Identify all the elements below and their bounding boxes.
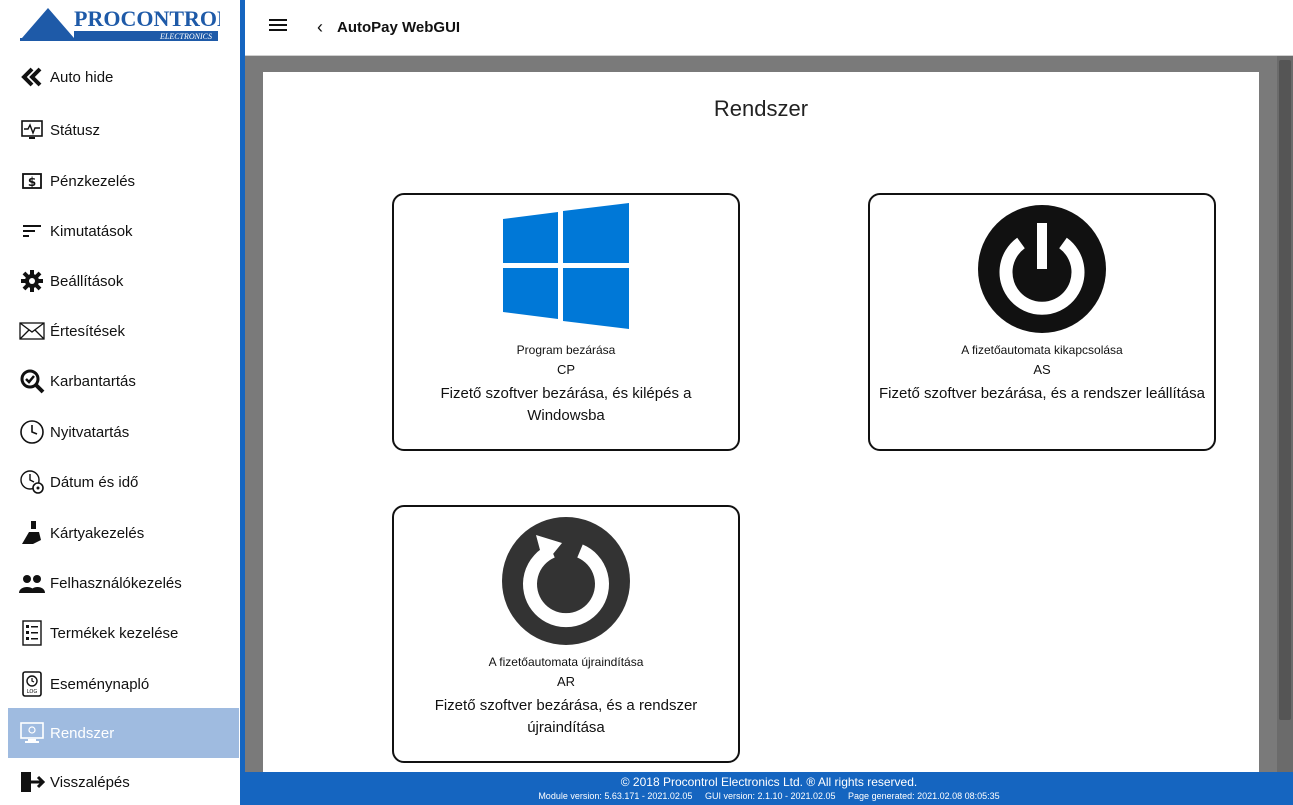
sidebar-item-label: Beállítások bbox=[50, 272, 124, 290]
sidebar-item-felhasznalokezeles[interactable]: Felhasználókezelés bbox=[8, 560, 239, 606]
shutdown-card[interactable]: A fizetőautomata kikapcsolása AS Fizető … bbox=[868, 193, 1216, 451]
procontrol-logo: PROCONTROL ELECTRONICS bbox=[20, 4, 232, 42]
clock-icon bbox=[18, 418, 46, 446]
top-bar: ‹ AutoPay WebGUI bbox=[245, 0, 1293, 56]
card-code: AR bbox=[556, 674, 576, 689]
computer-icon bbox=[18, 719, 46, 747]
sidebar-item-label: Visszalépés bbox=[50, 773, 130, 791]
page-title: Rendszer bbox=[713, 96, 809, 121]
gui-version: GUI version: 2.1.10 - 2021.02.05 bbox=[704, 791, 836, 801]
sidebar-item-label: Termékek kezelése bbox=[50, 624, 179, 642]
card-name: Program bezárása bbox=[516, 343, 616, 357]
gear-icon bbox=[18, 267, 46, 295]
footer-versions: Module version: 5.63.171 - 2021.02.05 GU… bbox=[245, 791, 1293, 801]
sidebar-item-label: Eseménynapló bbox=[50, 675, 150, 693]
clock-gear-icon bbox=[18, 468, 46, 496]
sidebar-item-beallitasok[interactable]: Beállítások bbox=[8, 258, 239, 304]
back-chevron-icon[interactable]: ‹ bbox=[317, 17, 323, 38]
logout-icon bbox=[18, 768, 46, 796]
log-icon: LOG bbox=[18, 670, 46, 698]
footer-copyright: © 2018 Procontrol Electronics Ltd. ® All… bbox=[620, 775, 918, 789]
sidebar-item-termekek-kezelese[interactable]: Termékek kezelése bbox=[8, 610, 239, 656]
card-code: CP bbox=[556, 362, 576, 377]
sidebar-item-auto-hide[interactable]: Auto hide bbox=[8, 54, 239, 100]
sidebar-item-datum-es-ido[interactable]: Dátum és idő bbox=[8, 459, 239, 505]
lines-icon bbox=[18, 217, 46, 245]
sidebar-item-kartyakezeles[interactable]: Kártyakezelés bbox=[8, 510, 239, 556]
wrench-check-icon bbox=[18, 367, 46, 395]
sidebar-item-label: Karbantartás bbox=[50, 372, 136, 390]
restart-icon bbox=[394, 515, 738, 645]
sidebar-item-label: Kártyakezelés bbox=[50, 524, 145, 542]
card-description: Fizető szoftver bezárása, és a rendszer … bbox=[434, 697, 698, 736]
sidebar-item-kimutatasok[interactable]: Kimutatások bbox=[8, 208, 239, 254]
hamburger-menu-icon[interactable] bbox=[269, 17, 289, 38]
scrollbar-thumb[interactable] bbox=[1279, 60, 1291, 720]
card-hand-icon bbox=[18, 519, 46, 547]
users-icon bbox=[18, 569, 46, 597]
card-name: A fizetőautomata kikapcsolása bbox=[961, 343, 1123, 357]
double-chevron-left-icon bbox=[18, 63, 46, 91]
logo-sub-text: ELECTRONICS bbox=[159, 32, 212, 41]
page-generated: Page generated: 2021.02.08 08:05:35 bbox=[848, 791, 1000, 801]
card-description: Fizető szoftver bezárása, és a rendszer … bbox=[879, 385, 1205, 402]
sidebar-item-label: Értesítések bbox=[50, 322, 126, 340]
card-description: Fizető szoftver bezárása, és kilépés a W… bbox=[440, 385, 692, 424]
sidebar-item-statusz[interactable]: Státusz bbox=[8, 107, 239, 153]
sidebar-item-label: Státusz bbox=[50, 121, 101, 139]
svg-text:$: $ bbox=[28, 175, 36, 189]
logo-brand-text: PROCONTROL bbox=[74, 6, 220, 31]
restart-card[interactable]: A fizetőautomata újraindítása AR Fizető … bbox=[392, 505, 740, 763]
sidebar-item-penzkezeles[interactable]: $ Pénzkezelés bbox=[8, 158, 239, 204]
product-list-icon bbox=[18, 619, 46, 647]
sidebar-item-ertesitesek[interactable]: Értesítések bbox=[8, 308, 239, 354]
sidebar-item-visszalepes[interactable]: Visszalépés bbox=[8, 759, 239, 805]
module-version: Module version: 5.63.171 - 2021.02.05 bbox=[538, 791, 693, 801]
sidebar-item-label: Kimutatások bbox=[50, 222, 133, 240]
app-title: AutoPay WebGUI bbox=[337, 19, 461, 36]
windows-logo-icon bbox=[394, 203, 738, 333]
sidebar-item-karbantartas[interactable]: Karbantartás bbox=[8, 358, 239, 404]
sidebar-item-label: Felhasználókezelés bbox=[50, 574, 182, 592]
power-icon bbox=[870, 203, 1214, 333]
sidebar-item-nyitvatartas[interactable]: Nyitvatartás bbox=[8, 409, 239, 455]
close-program-card[interactable]: Program bezárása CP Fizető szoftver bezá… bbox=[392, 193, 740, 451]
sidebar-item-label: Pénzkezelés bbox=[50, 172, 136, 190]
card-code: AS bbox=[1033, 362, 1051, 377]
svg-text:LOG: LOG bbox=[27, 689, 38, 695]
monitor-pulse-icon bbox=[18, 116, 46, 144]
envelope-icon bbox=[18, 317, 46, 345]
footer: © 2018 Procontrol Electronics Ltd. ® All… bbox=[245, 772, 1293, 805]
sidebar-item-label: Auto hide bbox=[50, 68, 114, 86]
card-name: A fizetőautomata újraindítása bbox=[488, 655, 644, 669]
sidebar-item-label: Dátum és idő bbox=[50, 473, 139, 491]
sidebar-item-label: Nyitvatartás bbox=[50, 423, 130, 441]
sidebar-item-rendszer[interactable]: Rendszer bbox=[8, 708, 239, 758]
dollar-box-icon: $ bbox=[18, 167, 46, 195]
sidebar-item-esemenynaplo[interactable]: LOG Eseménynapló bbox=[8, 661, 239, 707]
sidebar-item-label: Rendszer bbox=[50, 724, 115, 742]
sidebar: PROCONTROL ELECTRONICS Auto hide Státusz… bbox=[0, 0, 240, 805]
